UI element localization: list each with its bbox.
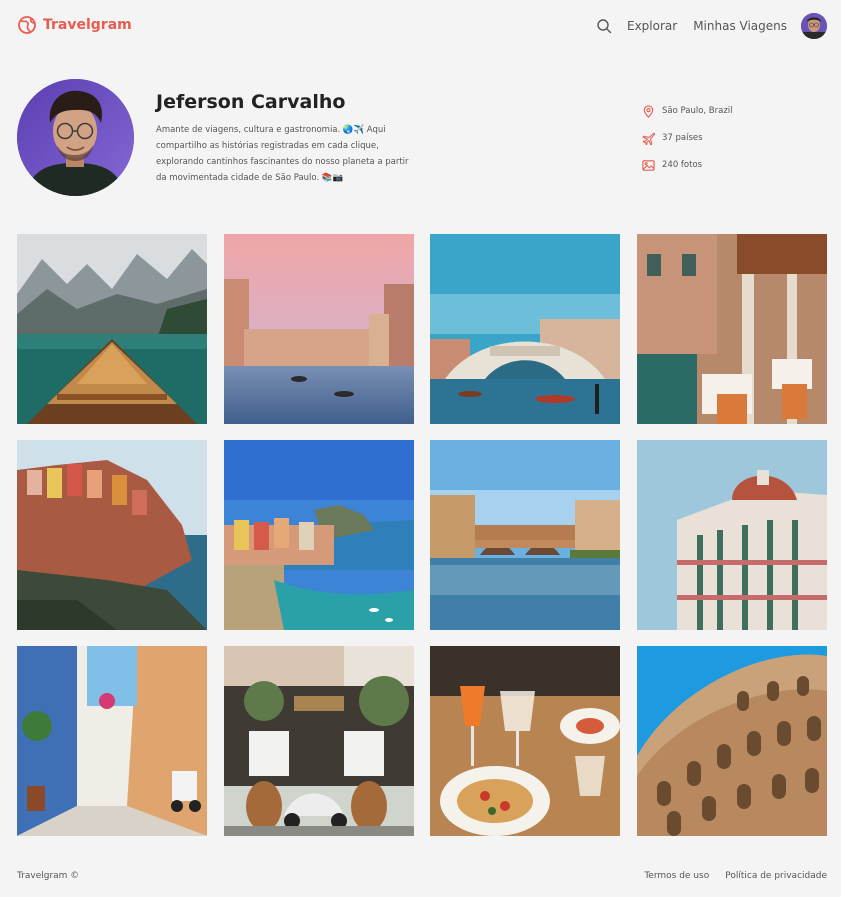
stat-location-label: São Paulo, Brazil [662,106,733,116]
photo-vernazza[interactable] [223,440,414,630]
photo-ponte-vecchio[interactable] [430,440,621,630]
stat-photos: 240 fotos [642,156,733,174]
footer-links: Termos de uso Política de privacidade [644,871,827,881]
image-icon [642,159,655,171]
brand-name: Travelgram [43,17,132,33]
nav-my-trips[interactable]: Minhas Viagens [693,19,787,33]
terms-link[interactable]: Termos de uso [644,871,709,881]
profile-bio: Amante de viagens, cultura e gastronomia… [156,125,409,183]
photo-lake-boat[interactable] [17,234,207,424]
brand-logo[interactable]: Travelgram [17,15,132,35]
photo-scooter-cafe[interactable] [223,646,414,836]
profile-name: Jeferson Carvalho [156,91,346,113]
top-nav: Explorar Minhas Viagens [596,12,827,40]
privacy-link[interactable]: Política de privacidade [725,871,827,881]
footer-copyright: Travelgram © [17,871,80,881]
profile-photo [17,79,134,196]
photo-cinque-terre[interactable] [17,440,207,630]
stat-countries: 37 países [642,129,733,147]
photo-aperol-dinner[interactable] [430,646,621,836]
photo-florence-duomo[interactable] [636,440,827,630]
photo-colosseum[interactable] [636,646,827,836]
search-icon[interactable] [596,18,612,34]
photo-alley-scooter[interactable] [17,646,207,836]
user-avatar[interactable] [801,13,827,39]
photo-grid [17,234,827,836]
stat-location: São Paulo, Brazil [642,102,733,120]
photo-venice-canal[interactable] [223,234,414,424]
location-pin-icon [643,104,654,118]
photo-venice-restaurant[interactable] [636,234,827,424]
profile-stats: São Paulo, Brazil 37 países 240 fotos [642,102,733,183]
stat-countries-label: 37 países [662,133,703,143]
header: Travelgram Explorar Minhas Viagens [0,0,841,52]
airplane-icon [642,132,655,145]
stat-photos-label: 240 fotos [662,160,703,170]
globe-icon [18,16,36,34]
photo-rialto-bridge[interactable] [430,234,621,424]
nav-explore[interactable]: Explorar [627,19,677,33]
